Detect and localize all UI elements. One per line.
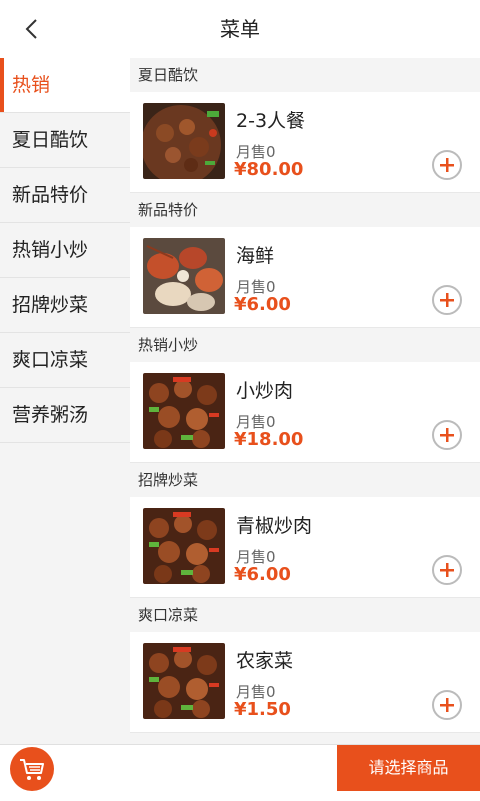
add-to-cart-button[interactable] [432, 555, 462, 585]
add-to-cart-button[interactable] [432, 285, 462, 315]
list-item[interactable]: 海鲜 月售0 ¥6.00 [130, 227, 480, 328]
sidebar-item-hot[interactable]: 热销 [0, 58, 130, 113]
menu-list[interactable]: 夏日酷饮 2-3人餐 月售0 ¥80.00 新品特价 海鲜 月售0 ¥6.00 … [130, 58, 480, 744]
sidebar-item-new-specials[interactable]: 新品特价 [0, 168, 130, 223]
plus-icon [440, 158, 454, 172]
plus-icon [440, 698, 454, 712]
section-header: 热销小炒 [130, 328, 480, 362]
dish-price: ¥1.50 [234, 699, 291, 720]
page-title: 菜单 [220, 17, 260, 41]
sidebar-item-cold-dishes[interactable]: 爽口凉菜 [0, 333, 130, 388]
add-to-cart-button[interactable] [432, 690, 462, 720]
plus-icon [440, 428, 454, 442]
bottom-bar: 请选择商品 [0, 744, 480, 801]
section-header: 爽口凉菜 [130, 598, 480, 632]
dish-image [143, 103, 225, 179]
dish-name: 小炒肉 [236, 380, 294, 402]
list-item[interactable]: 农家菜 月售0 ¥1.50 [130, 632, 480, 733]
dish-name: 农家菜 [236, 650, 294, 672]
dish-price: ¥80.00 [234, 159, 304, 180]
dish-image [143, 238, 225, 314]
plus-icon [440, 563, 454, 577]
dish-name: 2-3人餐 [236, 110, 306, 132]
dish-image [143, 643, 225, 719]
dish-name: 青椒炒肉 [236, 515, 313, 537]
section-header: 夏日酷饮 [130, 58, 480, 92]
section-header: 招牌炒菜 [130, 463, 480, 497]
dish-price: ¥6.00 [234, 294, 291, 315]
dish-price: ¥6.00 [234, 564, 291, 585]
cart-button[interactable] [10, 747, 54, 791]
checkout-button[interactable]: 请选择商品 [337, 745, 480, 791]
dish-image [143, 508, 225, 584]
list-item[interactable]: 2-3人餐 月售0 ¥80.00 [130, 92, 480, 193]
top-bar: 菜单 [0, 0, 480, 59]
dish-image [143, 373, 225, 449]
category-sidebar: 热销 夏日酷饮 新品特价 热销小炒 招牌炒菜 爽口凉菜 营养粥汤 [0, 58, 130, 744]
sidebar-item-summer-drinks[interactable]: 夏日酷饮 [0, 113, 130, 168]
dish-price: ¥18.00 [234, 429, 304, 450]
sidebar-item-congee-soup[interactable]: 营养粥汤 [0, 388, 130, 443]
cart-icon [20, 759, 44, 780]
list-item[interactable]: 青椒炒肉 月售0 ¥6.00 [130, 497, 480, 598]
plus-icon [440, 293, 454, 307]
add-to-cart-button[interactable] [432, 150, 462, 180]
add-to-cart-button[interactable] [432, 420, 462, 450]
sidebar-item-hot-stirfry[interactable]: 热销小炒 [0, 223, 130, 278]
list-item[interactable]: 小炒肉 月售0 ¥18.00 [130, 362, 480, 463]
dish-name: 海鲜 [236, 245, 275, 267]
sidebar-item-signature-dishes[interactable]: 招牌炒菜 [0, 278, 130, 333]
section-header: 新品特价 [130, 193, 480, 227]
